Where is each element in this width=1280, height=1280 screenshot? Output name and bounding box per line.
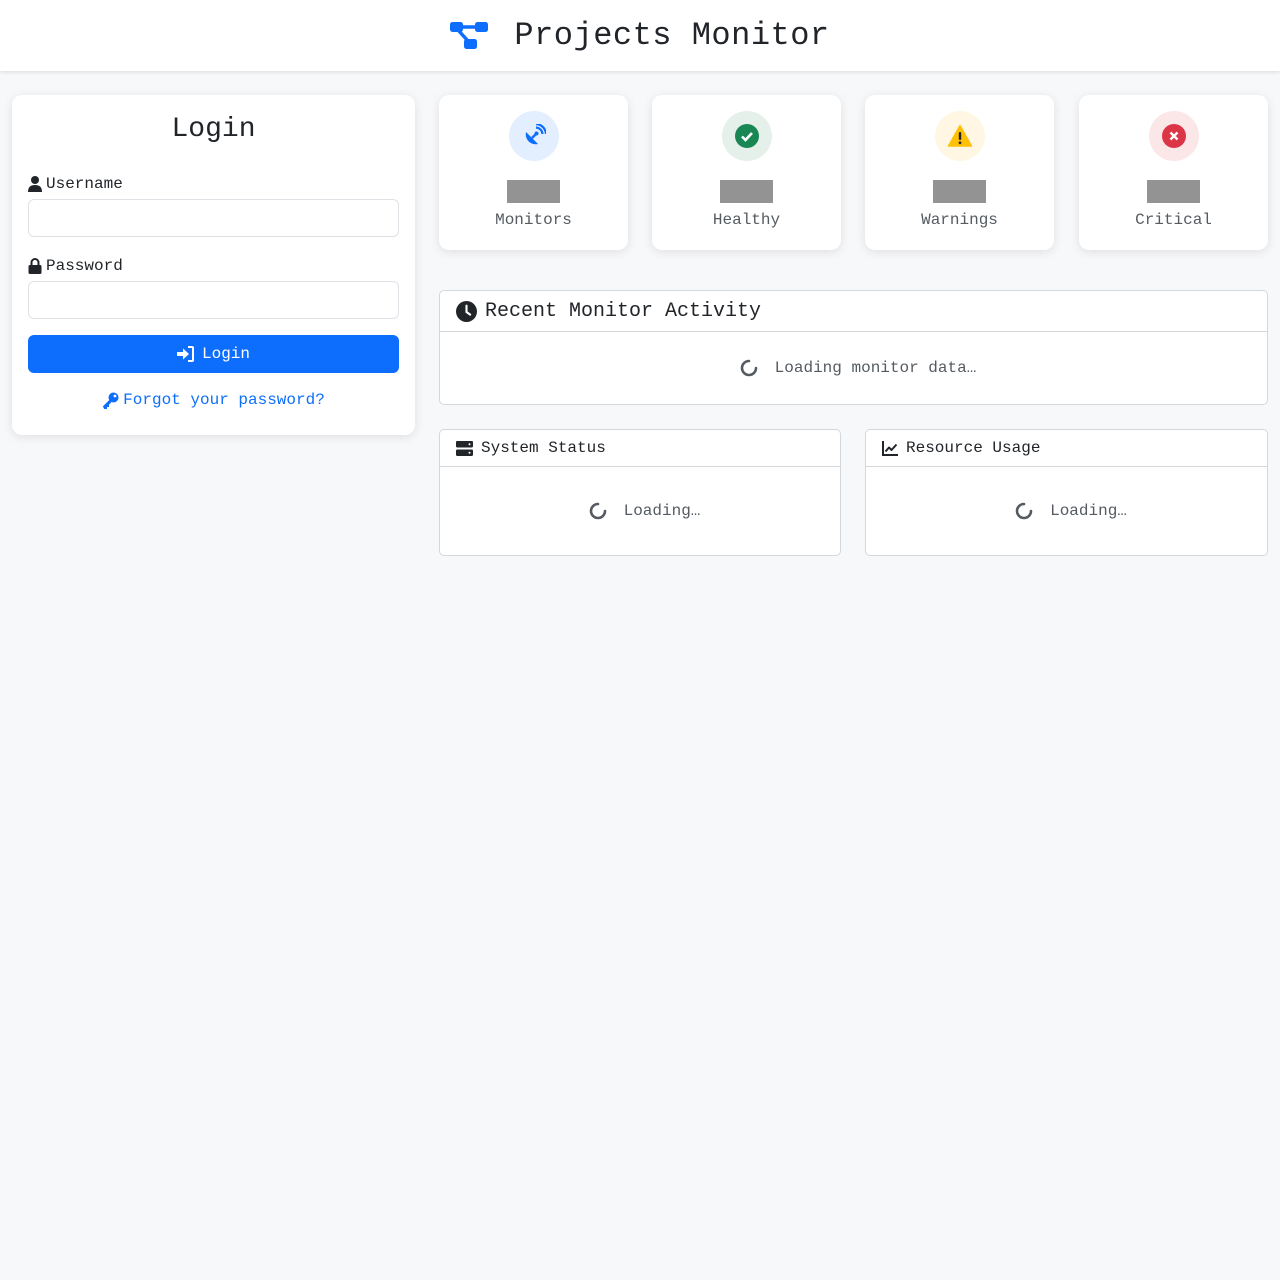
username-input[interactable] [28, 199, 399, 237]
system-status-loading-text: Loading… [623, 502, 701, 520]
username-label: Username [28, 175, 399, 193]
stat-icon-circle [721, 111, 772, 161]
recent-activity-loading-text: Loading monitor data… [774, 359, 977, 377]
forgot-password-text: Forgot your password? [123, 391, 325, 409]
check-circle-icon [734, 124, 759, 148]
top-navbar: Projects Monitor [0, 0, 1280, 71]
password-label-text: Password [46, 257, 123, 275]
system-status-header: System Status [440, 430, 840, 467]
stat-card-monitors: Monitors [439, 95, 628, 250]
login-button-label: Login [201, 345, 250, 363]
forgot-password-link[interactable]: Forgot your password? [28, 391, 399, 409]
stat-card-healthy: Healthy [652, 95, 841, 250]
resource-usage-panel: Resource Usage Loading… [865, 429, 1268, 556]
login-title: Login [171, 114, 256, 145]
stat-icon-circle [934, 111, 985, 161]
server-icon [456, 440, 473, 456]
satellite-dish-icon [525, 124, 546, 145]
system-status-panel: System Status Loading… [439, 429, 841, 556]
system-status-body: Loading… [440, 467, 840, 555]
line-chart-icon [882, 440, 898, 456]
stat-value-warnings [933, 180, 986, 203]
login-card: Login Username Password Login Forgot you… [12, 95, 415, 435]
x-circle-icon [1161, 124, 1186, 148]
resource-usage-loading-text: Loading… [1050, 502, 1127, 520]
user-icon [28, 176, 42, 192]
stat-value-healthy [720, 180, 773, 203]
stat-label-critical: Critical [1135, 211, 1212, 229]
app-title: Projects Monitor [514, 17, 830, 54]
stat-icon-circle [508, 111, 559, 161]
clock-icon [456, 300, 477, 322]
lock-icon [28, 258, 42, 274]
loading-spinner-icon [1015, 502, 1033, 520]
recent-activity-panel: Recent Monitor Activity Loading monitor … [439, 290, 1268, 405]
stat-card-critical: Critical [1079, 95, 1268, 250]
stat-card-warnings: Warnings [865, 95, 1054, 250]
stat-value-monitors [507, 180, 560, 203]
recent-activity-header: Recent Monitor Activity [440, 291, 1267, 332]
loading-spinner-icon [740, 359, 757, 377]
recent-activity-body: Loading monitor data… [440, 332, 1267, 404]
resource-usage-body: Loading… [866, 467, 1267, 555]
brand[interactable]: Projects Monitor [450, 17, 829, 54]
stat-label-monitors: Monitors [495, 211, 572, 229]
recent-activity-title: Recent Monitor Activity [485, 299, 762, 323]
sign-in-icon [176, 346, 194, 362]
login-button[interactable]: Login [28, 335, 399, 373]
sitemap-icon [450, 21, 489, 49]
warning-triangle-icon [947, 124, 972, 147]
resource-usage-title: Resource Usage [906, 439, 1041, 457]
password-label: Password [28, 257, 399, 275]
username-label-text: Username [46, 175, 123, 193]
stat-icon-circle [1148, 111, 1199, 161]
stat-label-healthy: Healthy [712, 211, 781, 229]
password-input[interactable] [28, 281, 399, 319]
stat-value-critical [1147, 180, 1200, 203]
system-status-title: System Status [481, 439, 606, 457]
stat-label-warnings: Warnings [921, 211, 998, 229]
key-icon [103, 392, 119, 409]
loading-spinner-icon [589, 502, 606, 520]
resource-usage-header: Resource Usage [866, 430, 1267, 467]
